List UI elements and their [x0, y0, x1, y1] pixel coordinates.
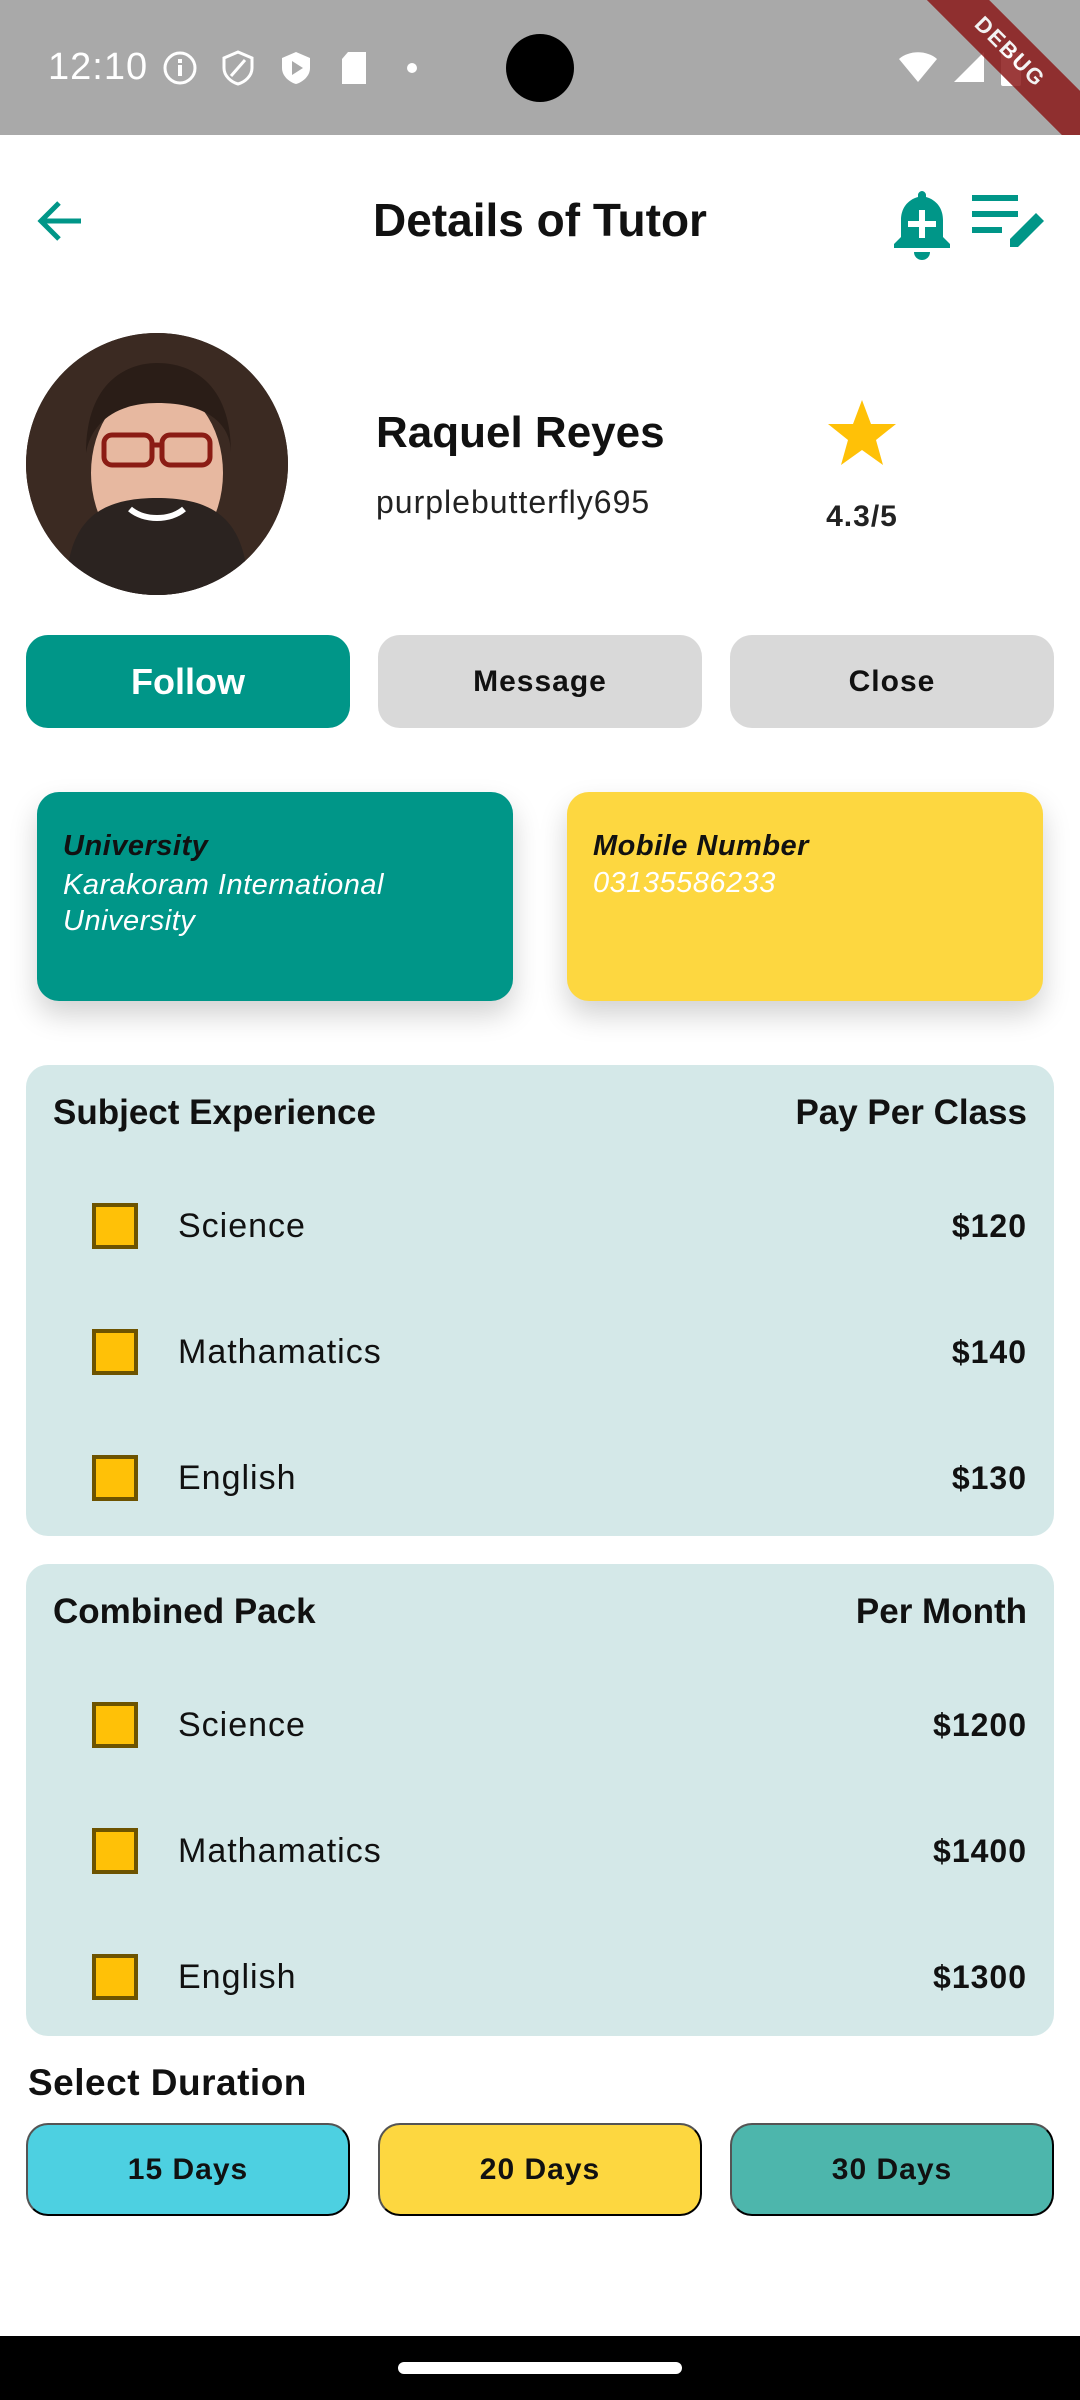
subject-checkbox-mathamatics[interactable]: [92, 1329, 138, 1375]
follow-button[interactable]: Follow: [26, 635, 350, 728]
mobile-value: 03135586233: [593, 867, 776, 899]
subject-price: $140: [951, 1333, 1027, 1370]
combined-pack-heading: Combined Pack: [53, 1592, 316, 1631]
list-item[interactable]: Science $120: [92, 1196, 1027, 1256]
status-bar: 12:10 DEBUG: [0, 0, 1080, 160]
subject-experience-panel: Subject Experience Pay Per Class Science…: [26, 1065, 1054, 1536]
per-month-heading: Per Month: [855, 1592, 1027, 1631]
duration-15-days-button[interactable]: 15 Days: [26, 2123, 350, 2216]
edit-list-button[interactable]: [970, 191, 1048, 255]
duration-20-days-button[interactable]: 20 Days: [378, 2123, 702, 2216]
combined-price: $1400: [933, 1832, 1027, 1869]
combined-checkbox-english[interactable]: [92, 1954, 138, 2000]
edit-note-icon: [972, 195, 1044, 247]
bell-plus-icon: [894, 191, 950, 260]
mobile-label: Mobile Number: [593, 830, 809, 862]
tutor-name: Raquel Reyes: [376, 408, 665, 457]
subject-checkbox-science[interactable]: [92, 1203, 138, 1249]
subject-label: English: [178, 1458, 297, 1497]
subject-label: Science: [178, 1206, 306, 1245]
sd-card-icon: [336, 50, 372, 86]
wifi-icon: [898, 50, 938, 89]
list-item[interactable]: English $1300: [92, 1947, 1027, 2007]
university-label: University: [63, 830, 209, 862]
combined-pack-panel: Combined Pack Per Month Science $1200 Ma…: [26, 1564, 1054, 2036]
dot-icon: [394, 50, 430, 86]
camera-cutout: [506, 34, 574, 102]
combined-price: $1200: [933, 1706, 1027, 1743]
list-item[interactable]: Mathamatics $1400: [92, 1821, 1027, 1881]
tutor-username: purplebutterfly695: [376, 484, 651, 520]
combined-label: Science: [178, 1705, 306, 1744]
notification-add-button[interactable]: [890, 185, 954, 261]
message-button[interactable]: Message: [378, 635, 702, 728]
star-icon: [828, 400, 896, 465]
close-button[interactable]: Close: [730, 635, 1054, 728]
app-bar: Details of Tutor: [0, 135, 1080, 305]
home-gesture-handle[interactable]: [398, 2362, 682, 2374]
pay-per-class-heading: Pay Per Class: [795, 1093, 1027, 1132]
subject-checkbox-english[interactable]: [92, 1455, 138, 1501]
mobile-card: Mobile Number 03135586233: [567, 792, 1043, 1001]
status-time: 12:10: [48, 46, 149, 88]
combined-checkbox-science[interactable]: [92, 1702, 138, 1748]
subject-label: Mathamatics: [178, 1332, 382, 1371]
avatar: [26, 333, 288, 595]
subject-experience-heading: Subject Experience: [53, 1093, 376, 1132]
rating-value: 4.3/5: [826, 500, 898, 533]
system-nav-bar: [0, 2336, 1080, 2400]
signal-icon: [952, 50, 986, 89]
university-value: Karakoram International University: [63, 869, 384, 937]
subject-price: $130: [951, 1459, 1027, 1496]
play-protect-icon: [278, 50, 314, 86]
combined-label: Mathamatics: [178, 1831, 382, 1870]
subject-price: $120: [951, 1207, 1027, 1244]
list-item[interactable]: English $130: [92, 1448, 1027, 1508]
combined-checkbox-mathamatics[interactable]: [92, 1828, 138, 1874]
arrow-back-icon: [37, 201, 81, 241]
university-card: University Karakoram International Unive…: [37, 792, 513, 1001]
combined-label: English: [178, 1957, 297, 1996]
select-duration-heading: Select Duration: [28, 2062, 307, 2103]
duration-30-days-button[interactable]: 30 Days: [730, 2123, 1054, 2216]
back-button[interactable]: [30, 191, 90, 251]
combined-price: $1300: [933, 1958, 1027, 1995]
shield-icon: [220, 50, 256, 86]
status-icons-left: [162, 50, 430, 86]
list-item[interactable]: Science $1200: [92, 1695, 1027, 1755]
info-icon: [162, 50, 198, 86]
list-item[interactable]: Mathamatics $140: [92, 1322, 1027, 1382]
